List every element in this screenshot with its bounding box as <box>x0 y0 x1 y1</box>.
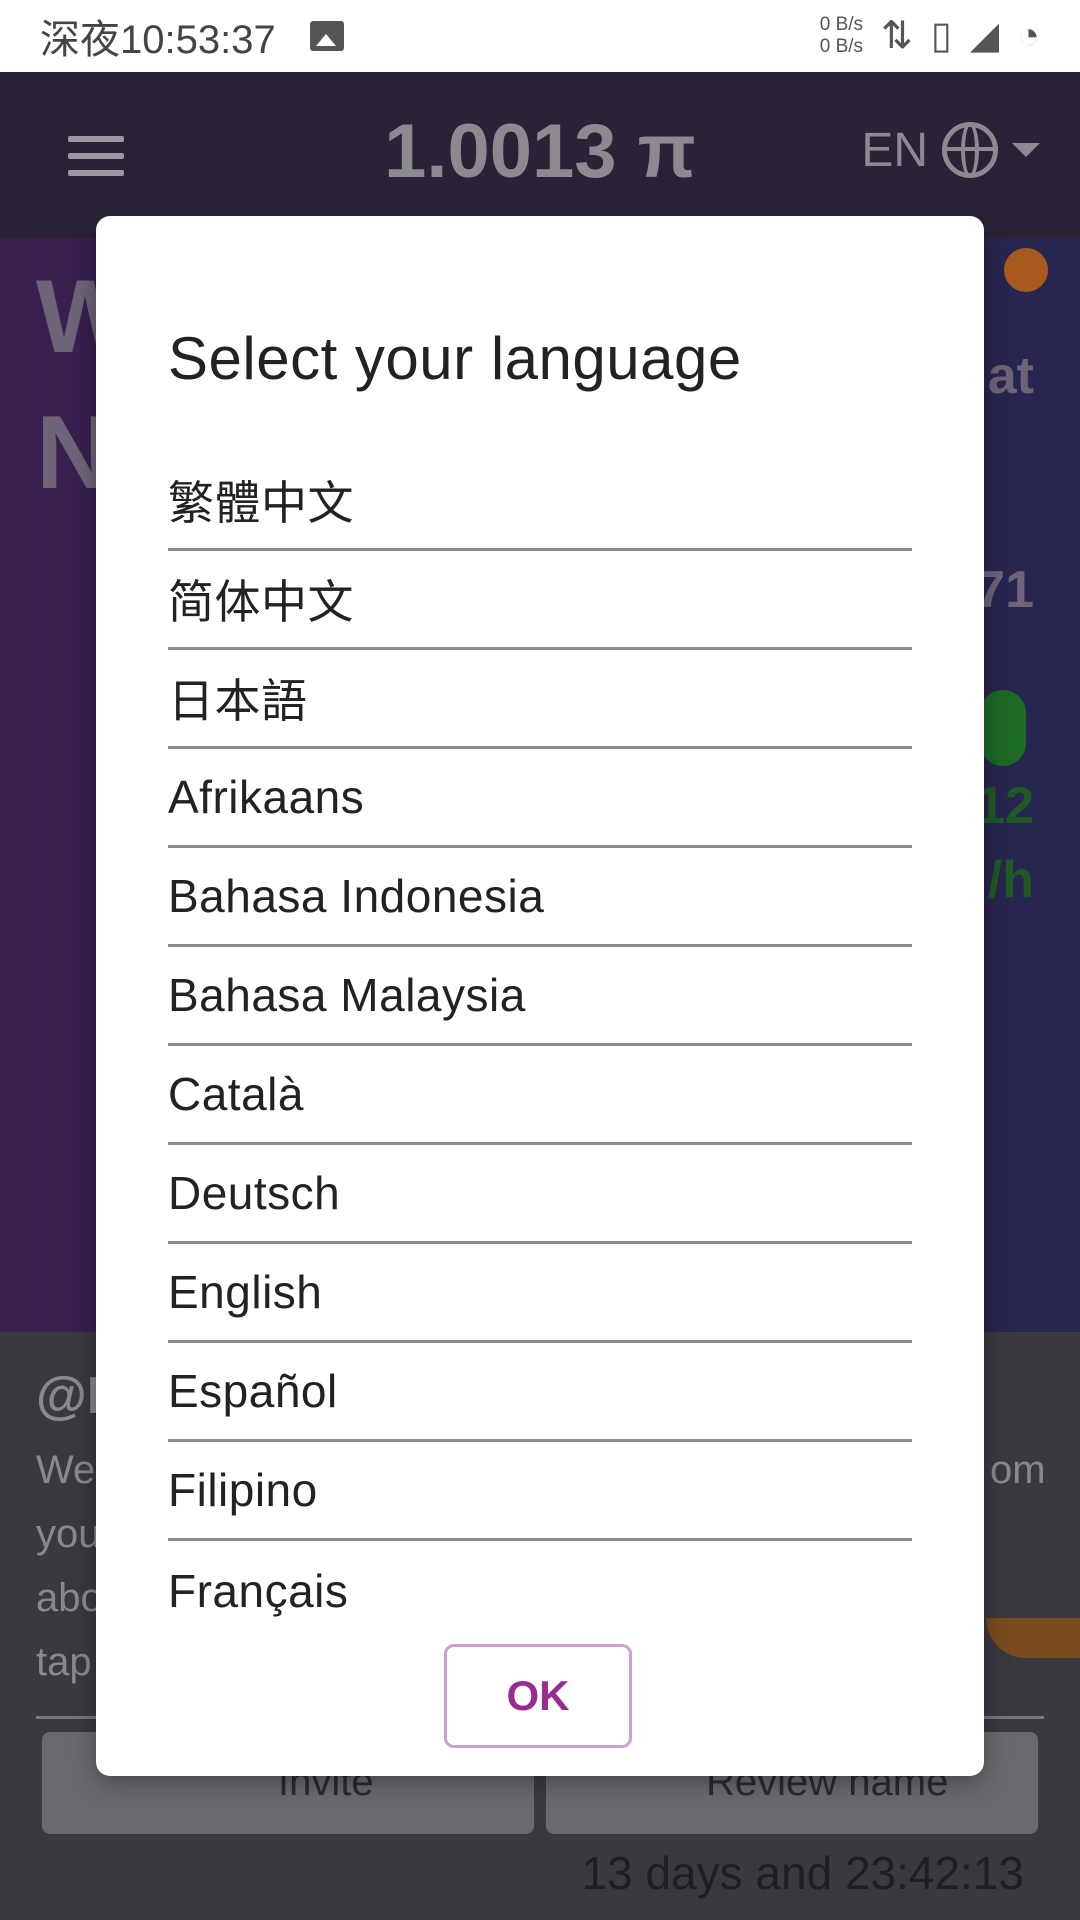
language-option[interactable]: Bahasa Malaysia <box>168 947 912 1046</box>
status-bar: 深夜10:53:37 0 B/s 0 B/s ⇅ ▯ ◢ ◔ <box>0 0 1080 72</box>
chat-label: at <box>987 347 1034 405</box>
body-text-2: you <box>36 1512 101 1556</box>
language-option[interactable]: Français <box>168 1541 912 1640</box>
vibrate-icon: ▯ <box>930 15 952 57</box>
language-option[interactable]: Català <box>168 1046 912 1145</box>
status-time: 深夜10:53:37 <box>40 18 276 62</box>
body-text-1: We <box>36 1448 96 1492</box>
body-text-1-right: om <box>990 1448 1046 1492</box>
language-list[interactable]: 繁體中文 简体中文 日本語 Afrikaans Bahasa Indonesia… <box>168 452 912 1814</box>
network-speed: 0 B/s 0 B/s <box>819 14 864 57</box>
language-option[interactable]: Bahasa Indonesia <box>168 848 912 947</box>
language-option[interactable]: English <box>168 1244 912 1343</box>
countdown-timer: 13 days and 23:42:13 <box>581 1847 1024 1899</box>
language-option[interactable]: 日本語 <box>168 650 912 749</box>
body-text-3: abo <box>36 1576 103 1620</box>
ok-button[interactable]: OK <box>444 1644 632 1748</box>
language-option[interactable]: Deutsch <box>168 1145 912 1244</box>
app-header: 1.0013 π EN <box>0 72 1080 238</box>
status-right: 0 B/s 0 B/s ⇅ ▯ ◢ ◔ <box>820 14 1040 58</box>
chevron-down-icon <box>1012 143 1040 157</box>
dialog-title: Select your language <box>168 325 742 392</box>
language-option[interactable]: 简体中文 <box>168 551 912 650</box>
data-transfer-icon: ⇅ <box>881 15 913 57</box>
image-notification-icon <box>309 21 344 51</box>
mining-indicator <box>980 690 1026 766</box>
language-option[interactable]: Filipino <box>168 1442 912 1541</box>
notification-dot <box>1004 248 1048 292</box>
mining-rate-unit: /h <box>987 851 1034 909</box>
wifi-icon: ◢ <box>969 15 1000 57</box>
language-option[interactable]: Afrikaans <box>168 749 912 848</box>
language-option[interactable]: Español <box>168 1343 912 1442</box>
mining-rate-value: 12 <box>976 777 1034 835</box>
language-dialog: Select your language 繁體中文 简体中文 日本語 Afrik… <box>96 216 984 1776</box>
language-code: EN <box>861 123 928 177</box>
body-text-4: tap <box>36 1640 92 1684</box>
member-count: 71 <box>976 561 1034 619</box>
language-option[interactable]: 繁體中文 <box>168 452 912 551</box>
language-selector[interactable]: EN <box>861 122 1040 178</box>
battery-charging-icon: ◔ <box>1017 15 1040 57</box>
globe-icon <box>942 122 998 178</box>
